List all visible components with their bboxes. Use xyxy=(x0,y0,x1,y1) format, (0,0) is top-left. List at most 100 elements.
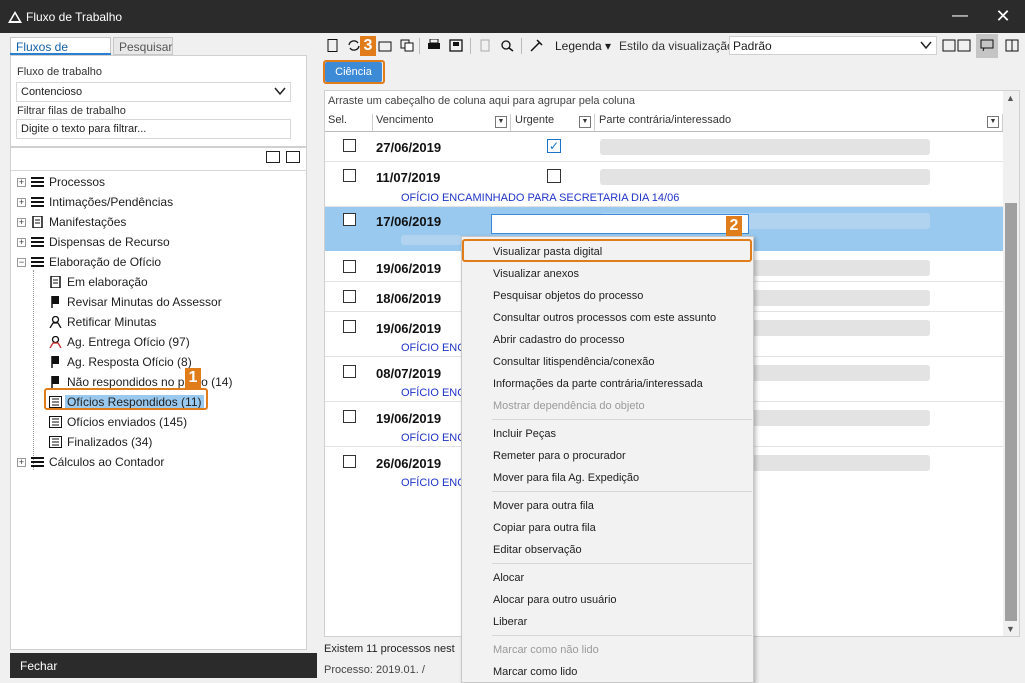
workflow-select[interactable]: Contencioso xyxy=(16,82,291,102)
menu-item-mostrar-dependencia: Mostrar dependência do objeto xyxy=(493,400,645,412)
expand-icon[interactable]: + xyxy=(17,218,26,227)
copy-icon[interactable] xyxy=(400,39,414,52)
row-select-checkbox[interactable] xyxy=(343,320,356,333)
tree-node-finalizados[interactable]: Finalizados (34) xyxy=(17,434,297,452)
scroll-up-icon[interactable]: ▲ xyxy=(1006,93,1015,103)
row-select-checkbox[interactable] xyxy=(343,410,356,423)
menu-item-mover-outra-fila[interactable]: Mover para outra fila xyxy=(493,500,594,512)
filter-dropdown-icon[interactable]: ▼ xyxy=(579,116,591,128)
menu-item-copiar-outra-fila[interactable]: Copiar para outra fila xyxy=(493,522,596,534)
vertical-scrollbar[interactable]: ▲ ▼ xyxy=(1003,91,1019,636)
menu-item-incluir-pecas[interactable]: Incluir Peças xyxy=(493,428,556,440)
row-select-checkbox[interactable] xyxy=(343,139,356,152)
view-style-select[interactable]: Padrão xyxy=(729,36,937,55)
menu-item-marcar-nao-lido: Marcar como não lido xyxy=(493,644,599,656)
menu-item-marcar-lido[interactable]: Marcar como lido xyxy=(493,666,577,678)
attachment-disabled-icon xyxy=(480,39,490,52)
menu-item-editar-observacao[interactable]: Editar observação xyxy=(493,544,582,556)
layout-split-icon[interactable] xyxy=(1005,39,1019,52)
expand-icon[interactable]: + xyxy=(17,198,26,207)
due-date: 18/06/2019 xyxy=(376,291,442,306)
list-icon xyxy=(31,197,44,207)
tree-node-label: Ag. Resposta Ofício (8) xyxy=(67,355,192,369)
expand-icon[interactable]: + xyxy=(17,178,26,187)
tree-node-intimacoes[interactable]: + Intimações/Pendências xyxy=(17,194,297,212)
close-button[interactable]: Fechar xyxy=(10,653,317,678)
minimize-button[interactable]: — xyxy=(945,6,975,28)
tree-node-manifestacoes[interactable]: + Manifestações xyxy=(17,214,297,232)
row-select-checkbox[interactable] xyxy=(343,365,356,378)
due-date: 19/06/2019 xyxy=(376,411,442,426)
tree-node-em-elaboracao[interactable]: Em elaboração xyxy=(17,274,297,292)
tools-icon[interactable] xyxy=(530,39,544,52)
tree-node-ag-entrega-oficio[interactable]: Ag. Entrega Ofício (97) xyxy=(17,334,297,352)
workflow-label: Fluxo de trabalho xyxy=(17,66,102,78)
tree-node-calculos-ao-contador[interactable]: + Cálculos ao Contador xyxy=(17,454,297,472)
filter-input[interactable]: Digite o texto para filtrar... xyxy=(16,119,291,139)
flag-icon xyxy=(51,356,59,368)
row-select-checkbox[interactable] xyxy=(343,455,356,468)
tree-node-dispensas[interactable]: + Dispensas de Recurso xyxy=(17,234,297,252)
tree-node-oficios-enviados[interactable]: Ofícios enviados (145) xyxy=(17,414,297,432)
urgent-checkbox[interactable]: ✓ xyxy=(547,139,561,153)
expand-icon[interactable]: + xyxy=(17,238,26,247)
refresh-icon[interactable] xyxy=(347,39,361,52)
tree-view-icon[interactable] xyxy=(266,151,280,163)
table-row[interactable]: 27/06/2019 ✓ xyxy=(325,132,1003,161)
tree-node-retificar-minutas[interactable]: Retificar Minutas xyxy=(17,314,297,332)
tree-node-label: Em elaboração xyxy=(67,275,148,289)
row-select-checkbox[interactable] xyxy=(343,213,356,226)
tree-node-processos[interactable]: + Processos xyxy=(17,174,297,192)
observation-edit-field[interactable] xyxy=(491,214,749,234)
menu-separator xyxy=(492,419,752,420)
menu-item-abrir-cadastro[interactable]: Abrir cadastro do processo xyxy=(493,334,624,346)
tree-node-ag-resposta-oficio[interactable]: Ag. Resposta Ofício (8) xyxy=(17,354,297,372)
menu-item-consultar-litispendencia[interactable]: Consultar litispendência/conexão xyxy=(493,356,654,368)
menu-item-informacoes-parte[interactable]: Informações da parte contrária/interessa… xyxy=(493,378,703,390)
checklist-icon[interactable] xyxy=(378,39,392,52)
tree-node-elaboracao-de-oficio[interactable]: − Elaboração de Ofício xyxy=(17,254,297,272)
table-row[interactable]: 11/07/2019 OFÍCIO ENCAMINHADO PARA SECRE… xyxy=(325,162,1003,206)
filter-dropdown-icon[interactable]: ▼ xyxy=(495,116,507,128)
legenda-dropdown[interactable]: Legenda ▾ xyxy=(555,39,611,53)
menu-item-remeter-procurador[interactable]: Remeter para o procurador xyxy=(493,450,626,462)
context-menu: Visualizar pasta digital Visualizar anex… xyxy=(461,236,754,683)
column-header-vencimento[interactable]: Vencimento ▼ xyxy=(373,114,511,131)
view-style-label: Estilo da visualização xyxy=(619,39,734,53)
menu-item-liberar[interactable]: Liberar xyxy=(493,616,527,628)
layout-chat-icon[interactable] xyxy=(980,39,994,52)
search-document-icon[interactable] xyxy=(500,39,514,52)
row-select-checkbox[interactable] xyxy=(343,260,356,273)
menu-item-alocar[interactable]: Alocar xyxy=(493,572,524,584)
column-header-label: Parte contrária/interessado xyxy=(599,114,732,126)
column-header-urgente[interactable]: Urgente ▼ xyxy=(511,114,595,131)
scroll-down-icon[interactable]: ▼ xyxy=(1006,624,1015,634)
collapse-icon[interactable] xyxy=(286,151,300,163)
column-header-parte-contraria[interactable]: Parte contrária/interessado ▼ xyxy=(595,114,1003,131)
row-select-checkbox[interactable] xyxy=(343,290,356,303)
close-window-button[interactable]: ✕ xyxy=(988,6,1018,28)
toolbar-separator xyxy=(470,38,471,54)
column-header-sel[interactable]: Sel. xyxy=(325,114,373,131)
new-document-icon[interactable] xyxy=(326,39,340,52)
urgent-checkbox[interactable] xyxy=(547,169,561,183)
scrollbar-thumb[interactable] xyxy=(1005,203,1017,621)
menu-item-mover-ag-expedicao[interactable]: Mover para fila Ag. Expedição xyxy=(493,472,639,484)
row-observation: OFÍCIO ENC xyxy=(401,342,466,354)
menu-item-visualizar-anexos[interactable]: Visualizar anexos xyxy=(493,268,579,280)
layout-grid-icon[interactable] xyxy=(942,39,972,52)
chevron-down-icon xyxy=(274,87,286,96)
print-icon[interactable] xyxy=(427,39,441,52)
filter-dropdown-icon[interactable]: ▼ xyxy=(987,116,999,128)
tab-pesquisar[interactable]: Pesquisar xyxy=(113,37,173,55)
menu-item-pesquisar-objetos[interactable]: Pesquisar objetos do processo xyxy=(493,290,643,302)
menu-item-alocar-outro-usuario[interactable]: Alocar para outro usuário xyxy=(493,594,617,606)
tree-node-revisar-minutas[interactable]: Revisar Minutas do Assessor xyxy=(17,294,297,312)
export-icon[interactable] xyxy=(449,39,463,52)
status-count: Existem 11 processos nest xyxy=(324,643,455,655)
expand-icon[interactable]: + xyxy=(17,458,26,467)
collapse-node-icon[interactable]: − xyxy=(17,258,26,267)
menu-item-consultar-outros-processos[interactable]: Consultar outros processos com este assu… xyxy=(493,312,716,324)
row-select-checkbox[interactable] xyxy=(343,169,356,182)
blurred-observation xyxy=(401,235,461,245)
